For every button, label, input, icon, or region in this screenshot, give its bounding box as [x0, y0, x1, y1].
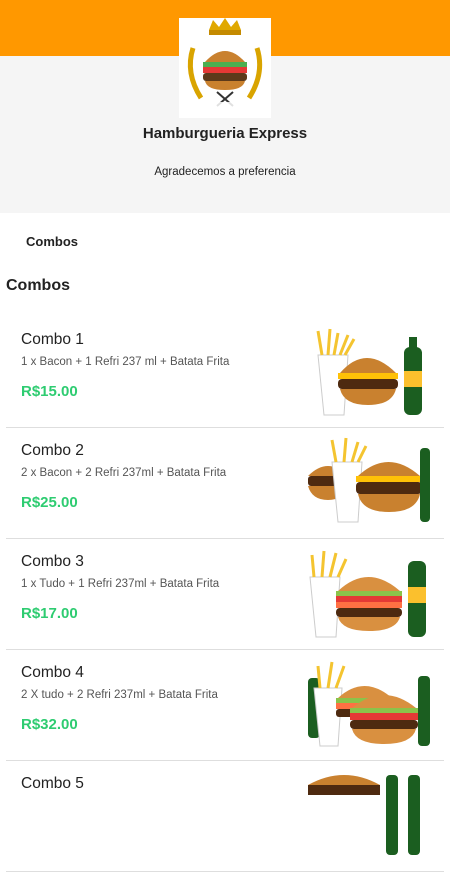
- menu-item-combo-4[interactable]: Combo 4 2 X tudo + 2 Refri 237ml + Batat…: [6, 650, 444, 761]
- section-title: Combos: [6, 277, 70, 294]
- store-name: Hamburgueria Express: [142, 125, 308, 142]
- menu-item-combo-1[interactable]: Combo 1 1 x Bacon + 1 Refri 237 ml + Bat…: [6, 317, 444, 428]
- item-description: 2 x Bacon + 2 Refri 237ml + Batata Frita: [21, 467, 227, 479]
- item-name: Combo 4: [21, 664, 84, 681]
- item-description: 1 x Bacon + 1 Refri 237 ml + Batata Frit…: [21, 356, 230, 368]
- item-price: R$25.00: [21, 494, 78, 511]
- item-name: Combo 3: [21, 553, 84, 570]
- combo-3-image: [308, 547, 430, 642]
- store-subtitle: Agradecemos a preferencia: [154, 166, 296, 178]
- item-name: Combo 5: [21, 775, 84, 792]
- menu-item-list: Combo 1 1 x Bacon + 1 Refri 237 ml + Bat…: [6, 317, 444, 872]
- item-price: R$15.00: [21, 383, 78, 400]
- item-name: Combo 2: [21, 442, 84, 459]
- category-tab-combos[interactable]: Combos: [26, 234, 78, 249]
- combo-1-image: [308, 325, 430, 420]
- combo-5-image: [308, 769, 430, 864]
- combo-4-image: [308, 658, 430, 753]
- item-description: 1 x Tudo + 1 Refri 237ml + Batata Frita: [21, 578, 220, 590]
- menu-item-combo-3[interactable]: Combo 3 1 x Tudo + 1 Refri 237ml + Batat…: [6, 539, 444, 650]
- combo-2-image: [308, 436, 430, 531]
- item-name: Combo 1: [21, 331, 84, 348]
- item-price: R$32.00: [21, 716, 78, 733]
- item-price: R$17.00: [21, 605, 78, 622]
- menu-item-combo-5[interactable]: Combo 5: [6, 761, 444, 872]
- menu-item-combo-2[interactable]: Combo 2 2 x Bacon + 2 Refri 237ml + Bata…: [6, 428, 444, 539]
- item-description: 2 X tudo + 2 Refri 237ml + Batata Frita: [21, 689, 218, 701]
- store-logo: [179, 18, 271, 118]
